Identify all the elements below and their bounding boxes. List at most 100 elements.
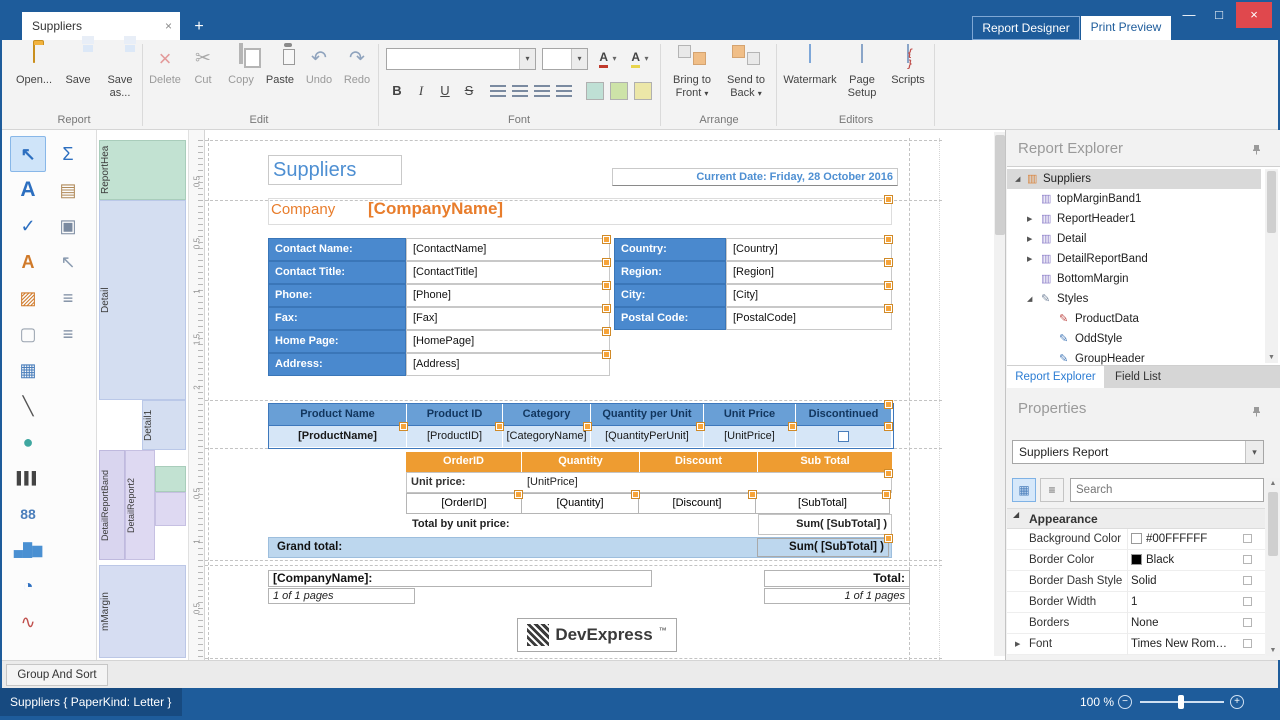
align-left-button[interactable] (488, 82, 508, 100)
chart-tool-icon[interactable]: ▄█▆ (12, 534, 44, 566)
field-label[interactable]: Contact Title: (268, 261, 406, 284)
align-center-button[interactable] (510, 82, 530, 100)
smart-tag-icon[interactable] (885, 236, 892, 243)
gauge-tool-icon[interactable]: ◔ (12, 570, 44, 602)
redo-button[interactable]: ↷ Redo (338, 44, 376, 110)
field-value[interactable]: [Country] (726, 238, 892, 261)
band-bottom-margin[interactable]: mMargin (99, 565, 186, 658)
tree-item-suppliers[interactable]: ◢ ▥ Suppliers (1007, 169, 1261, 189)
tree-item-bottom-margin[interactable]: ▥ BottomMargin (1007, 269, 1261, 289)
scripts-button[interactable]: Scripts (886, 44, 930, 110)
minimize-button[interactable]: — (1174, 2, 1204, 28)
expand-icon[interactable]: ▶ (1027, 230, 1032, 250)
band-detail[interactable]: Detail (99, 200, 186, 400)
product-table-row[interactable]: [ProductName] [ProductID] [CategoryName]… (268, 426, 894, 449)
open-button[interactable]: Open... (12, 44, 56, 110)
barcode-tool-icon[interactable]: ▌▌▌ (12, 462, 44, 494)
footer-company-control[interactable]: [CompanyName]: (268, 570, 652, 587)
document-tab-suppliers[interactable]: Suppliers × (22, 12, 180, 40)
shape-tool-icon[interactable]: ● (12, 426, 44, 458)
font-color-button[interactable]: A ▾ (594, 48, 622, 70)
band-detail1[interactable]: Detail1 (142, 400, 186, 450)
field-label[interactable]: City: (614, 284, 726, 307)
smart-tag-icon[interactable] (584, 423, 591, 430)
design-surface[interactable]: Suppliers Current Date: Friday, 28 Octob… (205, 130, 1007, 660)
smart-tag-icon[interactable] (603, 351, 610, 358)
discontinued-cell[interactable] (796, 426, 891, 447)
company-name-field[interactable]: [CompanyName] (368, 199, 503, 219)
tree-item-detail[interactable]: ▶ ▥ Detail (1007, 229, 1261, 249)
tab-report-explorer[interactable]: Report Explorer (1007, 366, 1104, 388)
unit-price-row[interactable]: Unit price: [UnitPrice] (406, 472, 892, 493)
product-header-cell[interactable]: Discontinued (796, 404, 891, 425)
order-header-cell[interactable]: OrderID (406, 452, 522, 472)
paste-button[interactable]: Paste (260, 44, 300, 110)
scrollbar-thumb[interactable] (1268, 492, 1278, 556)
smart-tag-icon[interactable] (515, 491, 522, 498)
tab-report-designer[interactable]: Report Designer (972, 16, 1080, 40)
smart-tag-icon[interactable] (603, 328, 610, 335)
smart-tag-icon[interactable] (885, 535, 892, 542)
product-header-cell[interactable]: Unit Price (704, 404, 796, 425)
property-row-font[interactable]: ▶ Font Times New Rom… (1007, 634, 1265, 655)
property-row-background-color[interactable]: Background Color #00FFFFFF (1007, 529, 1265, 550)
category-expand-icon[interactable]: ◢ (1013, 510, 1019, 519)
tree-item-odd-style[interactable]: ✎ OddStyle (1007, 329, 1261, 349)
total-by-unit-sum-field[interactable]: Sum( [SubTotal] ) (758, 514, 892, 535)
pin-icon[interactable] (1251, 404, 1262, 422)
order-table-header[interactable]: OrderID Quantity Discount Sub Total (406, 452, 892, 472)
field-value[interactable]: [City] (726, 284, 892, 307)
watermark-button[interactable]: Watermark (782, 44, 838, 110)
save-as-button[interactable]: Save as... (98, 44, 142, 110)
expand-icon[interactable]: ◢ (1027, 290, 1032, 310)
field-label[interactable]: Address: (268, 353, 406, 376)
expand-icon[interactable]: ▶ (1027, 210, 1032, 230)
highlight-color-button[interactable]: A ▾ (626, 48, 654, 70)
footer-pages-right-control[interactable]: 1 of 1 pages (764, 588, 910, 604)
categorized-view-button[interactable]: ▦ (1012, 478, 1036, 502)
tab-field-list[interactable]: Field List (1104, 366, 1172, 388)
field-value[interactable]: [Region] (726, 261, 892, 284)
horizontal-spacing-tool-icon[interactable]: ≡ (52, 318, 84, 350)
pointer-tool-icon[interactable]: ↖ (12, 138, 44, 170)
total-by-unit-row[interactable]: Total by unit price: Sum( [SubTotal] ) (406, 514, 892, 535)
order-header-cell[interactable]: Quantity (522, 452, 640, 472)
smart-tag-icon[interactable] (789, 423, 796, 430)
object-selector-dropdown-icon[interactable]: ▾ (1245, 441, 1263, 463)
discontinued-checkbox[interactable] (838, 431, 849, 442)
clipboard-tool-icon[interactable]: ▤ (52, 174, 84, 206)
select-lines-tool-icon[interactable]: ↖ (52, 246, 84, 278)
field-value[interactable]: [PostalCode] (726, 307, 892, 330)
send-to-back-button[interactable]: Send to Back ▾ (720, 44, 772, 110)
product-header-cell[interactable]: Category (503, 404, 591, 425)
scroll-up-icon[interactable]: ▲ (1266, 480, 1280, 487)
line-tool-icon[interactable]: ╲ (12, 390, 44, 422)
smart-tag-icon[interactable] (885, 196, 892, 203)
expand-icon[interactable]: ▶ (1027, 250, 1032, 270)
alphabetical-view-button[interactable]: ≡ (1040, 478, 1064, 502)
rich-text-tool-icon[interactable]: A (12, 246, 44, 278)
bring-to-front-button[interactable]: Bring to Front ▾ (666, 44, 718, 110)
font-size-dropdown-icon[interactable]: ▾ (571, 49, 587, 69)
smart-tag-icon[interactable] (885, 470, 892, 477)
property-marker[interactable] (1243, 555, 1252, 564)
field-label[interactable]: Postal Code: (614, 307, 726, 330)
tree-item-detail-report-band[interactable]: ▶ ▥ DetailReportBand (1007, 249, 1261, 269)
save-button[interactable]: Save (56, 44, 100, 110)
smart-tag-icon[interactable] (603, 305, 610, 312)
product-data-cell[interactable]: [UnitPrice] (704, 426, 796, 447)
property-marker[interactable] (1243, 639, 1252, 648)
field-value[interactable]: [ContactName] (406, 238, 610, 261)
order-field-cell[interactable]: [SubTotal] (755, 493, 890, 514)
field-value[interactable]: [HomePage] (406, 330, 610, 353)
strikethrough-button[interactable]: S (458, 80, 480, 102)
field-label[interactable]: Fax: (268, 307, 406, 330)
smart-tag-icon[interactable] (883, 491, 890, 498)
field-value[interactable]: [Phone] (406, 284, 610, 307)
align-justify-button[interactable] (554, 82, 574, 100)
property-marker[interactable] (1243, 576, 1252, 585)
product-header-cell[interactable]: Quantity per Unit (591, 404, 704, 425)
field-value[interactable]: [ContactTitle] (406, 261, 610, 284)
label-tool-icon[interactable]: A (12, 174, 44, 206)
property-row-borders[interactable]: Borders None (1007, 613, 1265, 634)
